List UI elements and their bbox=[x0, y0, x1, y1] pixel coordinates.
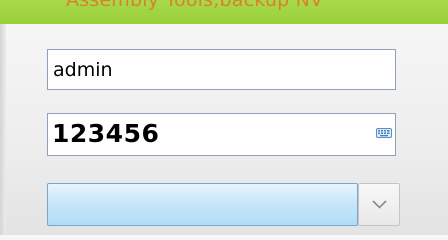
password-field[interactable]: 123456 bbox=[47, 113, 396, 156]
password-value: 123456 bbox=[52, 119, 160, 148]
keyboard-icon[interactable] bbox=[376, 123, 392, 138]
title-bar: Assembly Tools,backup NV bbox=[0, 0, 448, 24]
chevron-down-icon bbox=[372, 200, 387, 209]
username-field[interactable]: admin bbox=[47, 49, 396, 90]
dropdown-selected-value[interactable] bbox=[47, 183, 358, 226]
window-title: Assembly Tools,backup NV bbox=[66, 0, 324, 11]
dropdown-select[interactable] bbox=[47, 183, 400, 226]
dropdown-button[interactable] bbox=[358, 183, 400, 226]
username-value: admin bbox=[53, 59, 113, 81]
window-left-edge bbox=[0, 24, 6, 235]
